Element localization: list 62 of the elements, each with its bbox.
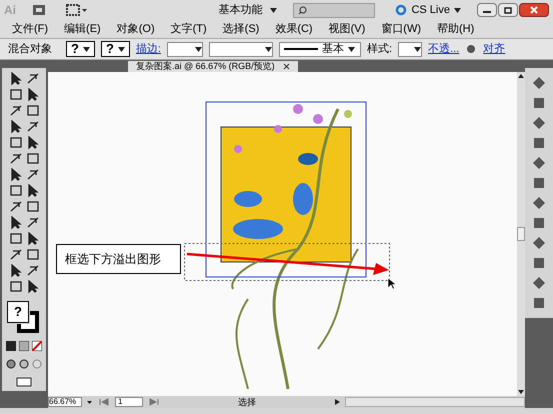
dropdown-icon bbox=[348, 46, 355, 52]
none-icon[interactable] bbox=[32, 341, 42, 351]
search-field[interactable] bbox=[293, 2, 376, 18]
menu-item[interactable]: 对象(O) bbox=[108, 20, 163, 38]
document-tab[interactable]: 复杂图案.ai @ 66.67% (RGB/预览) bbox=[128, 61, 298, 72]
callout-label: 框选下方溢出图形 bbox=[56, 244, 181, 274]
document-title: 复杂图案.ai @ 66.67% (RGB/预览) bbox=[136, 62, 275, 71]
brush-selector[interactable]: 基本 bbox=[278, 42, 361, 56]
stroke-selector[interactable]: ? bbox=[100, 41, 130, 57]
bridge-icon[interactable] bbox=[32, 4, 46, 16]
zoom-field[interactable]: 66.67% bbox=[48, 397, 82, 407]
stroke-link[interactable]: 描边: bbox=[136, 40, 161, 58]
menu-item[interactable]: 视图(V) bbox=[320, 20, 374, 38]
draw-normal-icon[interactable] bbox=[6, 359, 16, 369]
status-tool: 选择 bbox=[237, 398, 257, 406]
last-page-icon[interactable] bbox=[147, 398, 161, 406]
fill-swatch[interactable]: ? bbox=[7, 301, 29, 323]
close-icon[interactable] bbox=[282, 63, 290, 70]
cs-live-icon bbox=[395, 4, 408, 16]
opacity-link[interactable]: 不透... bbox=[428, 40, 460, 58]
horizontal-scrollbar[interactable] bbox=[345, 397, 525, 407]
maximize-button[interactable] bbox=[498, 3, 518, 17]
close-icon bbox=[530, 6, 538, 14]
draw-behind-icon[interactable] bbox=[19, 359, 29, 369]
stroke-weight-field[interactable] bbox=[166, 42, 203, 56]
menu-item[interactable]: 文件(F) bbox=[4, 20, 56, 38]
menu-item[interactable]: 文字(T) bbox=[162, 20, 215, 38]
menu-item[interactable]: 编辑(E) bbox=[56, 20, 109, 38]
style-field[interactable] bbox=[398, 42, 422, 56]
search-icon bbox=[298, 6, 308, 14]
dropdown-icon bbox=[82, 46, 90, 52]
recolor-icon[interactable] bbox=[465, 43, 478, 55]
pointer-icon bbox=[387, 277, 396, 290]
stroke-line-icon bbox=[284, 47, 318, 51]
selection-tool-icon[interactable] bbox=[8, 72, 22, 85]
minimize-button[interactable] bbox=[477, 3, 497, 17]
menu-item[interactable]: 选择(S) bbox=[214, 20, 268, 38]
dropdown-icon bbox=[264, 46, 272, 52]
dropdown-icon bbox=[270, 8, 278, 12]
screen-mode-icon[interactable] bbox=[16, 377, 32, 387]
menu-item[interactable]: 帮助(H) bbox=[429, 20, 482, 38]
workspace-switcher[interactable]: 基本功能 bbox=[210, 2, 286, 18]
dropdown-icon bbox=[118, 46, 125, 52]
close-button[interactable] bbox=[519, 3, 549, 17]
object-type-label: 混合对象 bbox=[8, 42, 53, 57]
restore-icon bbox=[504, 6, 512, 14]
dropdown-icon bbox=[454, 8, 461, 12]
style-label: 样式: bbox=[366, 42, 392, 57]
menu-item[interactable]: 窗口(W) bbox=[373, 20, 429, 38]
play-icon[interactable] bbox=[333, 398, 341, 406]
app-logo: Ai bbox=[4, 2, 17, 19]
cs-live-button[interactable]: CS Live bbox=[395, 2, 461, 18]
dropdown-icon bbox=[194, 46, 202, 52]
variable-width-field[interactable] bbox=[208, 42, 273, 56]
dropdown-icon[interactable] bbox=[86, 398, 93, 406]
menu-item[interactable]: 效果(C) bbox=[267, 20, 321, 38]
scroll-thumb[interactable] bbox=[517, 227, 525, 241]
artboard-field[interactable]: 1 bbox=[115, 397, 143, 407]
align-link[interactable]: 对齐 bbox=[483, 40, 506, 58]
arrange-documents-icon[interactable] bbox=[66, 4, 88, 16]
fill-selector[interactable]: ? bbox=[66, 41, 95, 57]
dropdown-icon bbox=[414, 46, 422, 52]
